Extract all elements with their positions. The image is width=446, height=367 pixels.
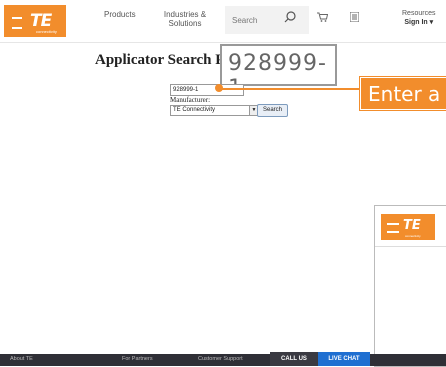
- cart-icon[interactable]: [317, 12, 328, 22]
- overlay-te-logo: TE connectivity: [381, 214, 435, 240]
- manufacturer-label: Manufacturer:: [170, 96, 211, 104]
- page-title: Applicator Search P: [95, 52, 225, 68]
- overlay-logo-text: TE: [403, 218, 421, 233]
- logo-text: TE: [30, 11, 52, 31]
- instruction-callout: Enter a: [360, 77, 446, 110]
- zoom-magnifier-box: 928999-1: [220, 44, 337, 101]
- callout-pointer-dot: [215, 84, 223, 92]
- live-chat-button[interactable]: LIVE CHAT: [318, 352, 370, 366]
- footer-support-link[interactable]: Customer Support: [198, 356, 243, 362]
- search-placeholder: Search: [232, 16, 258, 25]
- site-search-input[interactable]: Search: [225, 6, 309, 34]
- footer-about-link[interactable]: About TE: [10, 356, 33, 362]
- te-logo[interactable]: TE connectivity: [4, 5, 66, 37]
- footer-partners-link[interactable]: For Partners: [122, 356, 153, 362]
- overlay-panel: TE connectivity: [374, 205, 446, 367]
- nav-industries-solutions[interactable]: Industries & Solutions: [160, 10, 210, 28]
- overlay-header: TE connectivity: [375, 206, 446, 247]
- resources-label: Resources: [402, 10, 436, 17]
- search-icon[interactable]: [284, 11, 296, 23]
- nav-industries-line1: Industries &: [163, 10, 207, 19]
- overlay-logo-stripes-icon: [387, 223, 399, 233]
- manufacturer-select[interactable]: TE Connectivity ▼: [170, 105, 259, 116]
- resources-menu[interactable]: Resources Sign In ▾: [402, 9, 435, 27]
- zoom-part-number: 928999-1: [228, 51, 327, 101]
- overlay-logo-subtext: connectivity: [405, 234, 421, 238]
- search-button[interactable]: Search: [257, 104, 288, 117]
- sign-in-link[interactable]: Sign In ▾: [402, 18, 435, 27]
- part-number-input[interactable]: 928999-1: [170, 84, 244, 96]
- top-navigation-bar: TE connectivity Products Industries & So…: [0, 0, 446, 43]
- nav-industries-line2: Solutions: [168, 19, 202, 28]
- callout-text: Enter a: [368, 82, 441, 106]
- manufacturer-selected-value: TE Connectivity: [173, 107, 216, 113]
- nav-products[interactable]: Products: [104, 10, 136, 19]
- callout-pointer-line: [218, 88, 362, 90]
- call-us-button[interactable]: CALL US: [270, 352, 318, 366]
- logo-stripes-icon: [12, 17, 22, 29]
- footer-bar: About TE For Partners Customer Support: [0, 354, 446, 366]
- logo-subtext: connectivity: [36, 29, 57, 34]
- list-icon[interactable]: [350, 12, 359, 22]
